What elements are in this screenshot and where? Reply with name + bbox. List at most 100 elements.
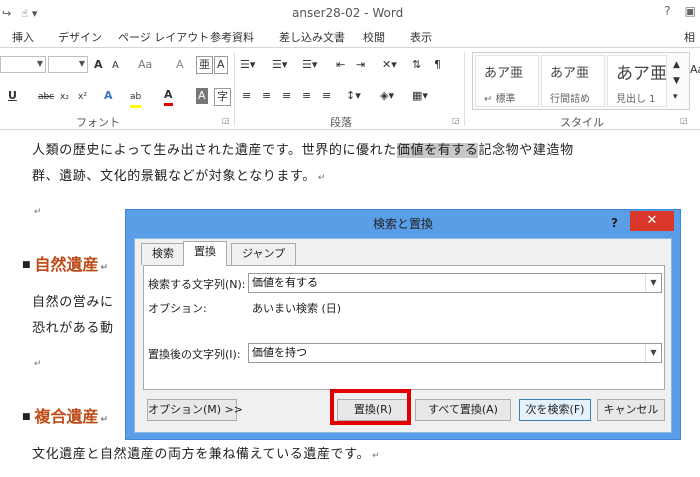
- multilevel-list-icon[interactable]: ☰▾: [302, 57, 317, 73]
- shrink-font-button[interactable]: A: [112, 58, 119, 74]
- superscript-button[interactable]: x²: [78, 89, 87, 105]
- align-center-icon[interactable]: ≡: [262, 88, 271, 104]
- paragraph-line: 人類の歴史によって生み出された遺産です。世界的に優れた価値を有する記念物や建造物: [32, 139, 574, 158]
- distribute-icon[interactable]: ≡: [322, 88, 331, 104]
- text-run: 恐れがある動: [32, 321, 114, 336]
- chevron-down-icon[interactable]: ▼: [645, 274, 661, 292]
- replace-all-button[interactable]: すべて置換(A): [415, 399, 511, 421]
- chevron-down-icon[interactable]: ▼: [645, 344, 661, 362]
- empty-paragraph: ↵: [32, 203, 42, 218]
- font-dialog-launcher-icon[interactable]: ◲: [222, 116, 230, 125]
- numbering-icon[interactable]: ☰▾: [272, 57, 287, 73]
- align-right-icon[interactable]: ≡: [282, 88, 291, 104]
- sort-icon[interactable]: ⇅: [412, 57, 421, 73]
- style-sample: あア亜: [616, 64, 667, 84]
- paragraph-mark: ↵: [317, 173, 327, 183]
- char-shading-button[interactable]: A: [196, 88, 208, 104]
- enclose-char-button[interactable]: 字: [214, 88, 231, 106]
- shading-icon[interactable]: ◈▾: [380, 88, 394, 104]
- chevron-down-icon: ▼: [78, 59, 85, 68]
- align-left-icon[interactable]: ≡: [242, 88, 251, 104]
- styles-group-label: スタイル: [560, 116, 604, 129]
- change-case-button[interactable]: Aa: [138, 57, 152, 73]
- style-caption: 行間詰め: [550, 94, 590, 105]
- bullets-icon[interactable]: ☰▾: [240, 57, 255, 73]
- font-size-combo[interactable]: ▼: [48, 56, 88, 73]
- char-border-button[interactable]: A: [214, 56, 228, 74]
- paragraph-mark: ↵: [34, 359, 43, 369]
- dialog-title: 検索と置換: [372, 217, 433, 231]
- tab-mailings[interactable]: 差し込み文書: [279, 29, 345, 45]
- cancel-button[interactable]: キャンセル: [597, 399, 665, 421]
- tab-insert[interactable]: 挿入: [12, 29, 34, 45]
- tab-replace[interactable]: 置換: [183, 241, 227, 266]
- styles-pane-sample[interactable]: Aa: [690, 62, 700, 78]
- tab-page-layout[interactable]: ページ レイアウト: [118, 29, 209, 45]
- ribbon-display-icon[interactable]: ▣: [685, 4, 696, 18]
- asian-layout-icon[interactable]: ✕▾: [382, 57, 397, 73]
- style-sample: あア亜: [484, 66, 524, 81]
- paragraph-dialog-launcher-icon[interactable]: ◲: [452, 116, 460, 125]
- style-caption: 見出し 1: [616, 94, 656, 105]
- font-name-combo[interactable]: ▼: [0, 56, 46, 73]
- replace-with-label: 置換後の文字列(I):: [148, 348, 241, 361]
- tab-view[interactable]: 表示: [410, 29, 432, 45]
- find-next-button[interactable]: 次を検索(F): [519, 399, 591, 421]
- tab-design[interactable]: デザイン: [58, 29, 102, 45]
- ribbon: ▼ ▼ A A Aa A 亜 A U abc x₂ x² A ab A A 字 …: [0, 48, 700, 130]
- style-normal[interactable]: あア亜 ↵ 標準: [475, 55, 539, 107]
- decrease-indent-icon[interactable]: ⇤: [336, 57, 345, 73]
- more-styles-icon[interactable]: ▾: [673, 89, 678, 105]
- phonetic-guide-button[interactable]: 亜: [196, 56, 213, 74]
- strikethrough-button[interactable]: abc: [38, 89, 54, 105]
- help-icon[interactable]: ?: [664, 4, 670, 18]
- chevron-down-icon: ▼: [36, 59, 43, 68]
- font-color-button[interactable]: A: [164, 87, 173, 106]
- customize-qat-icon[interactable]: ▾: [32, 7, 38, 20]
- tab-goto[interactable]: ジャンプ: [231, 243, 297, 265]
- heading-mixed-heritage: ■ 複合遺産 ↵: [22, 403, 108, 427]
- tab-find[interactable]: 検索: [141, 243, 185, 265]
- paragraph-group-label: 段落: [330, 116, 352, 129]
- show-marks-icon[interactable]: ¶: [434, 57, 441, 73]
- underline-button[interactable]: U: [8, 88, 17, 104]
- borders-icon[interactable]: ▦▾: [412, 88, 428, 104]
- line-spacing-icon[interactable]: ↕▾: [346, 88, 361, 104]
- scroll-up-icon[interactable]: ▲: [673, 57, 680, 73]
- text-run: 記念物や建造物: [478, 143, 574, 158]
- touch-mode-icon[interactable]: ☝: [21, 7, 28, 20]
- find-what-value: 価値を有する: [252, 276, 318, 289]
- style-caption: ↵ 標準: [484, 94, 516, 105]
- scroll-down-icon[interactable]: ▼: [673, 73, 680, 89]
- group-divider: [234, 52, 235, 126]
- subscript-button[interactable]: x₂: [60, 89, 69, 105]
- options-value: あいまい検索 (日): [252, 302, 342, 315]
- text-run: 人類の歴史によって生み出された遺産です。世界的に優れた: [32, 143, 397, 158]
- tab-review[interactable]: 校閲: [363, 29, 385, 45]
- tab-references[interactable]: 参考資料: [210, 29, 254, 45]
- text-effect-button[interactable]: A: [104, 88, 113, 104]
- styles-gallery: あア亜 ↵ 標準 あア亜 行間詰め あア亜 見出し 1 ▲ ▼ ▾: [472, 52, 690, 110]
- replace-with-input[interactable]: 価値を持つ ▼: [248, 343, 662, 363]
- clear-format-button[interactable]: A: [176, 57, 184, 73]
- close-button[interactable]: ✕: [630, 211, 674, 231]
- grow-font-button[interactable]: A: [94, 57, 103, 73]
- justify-icon[interactable]: ≡: [302, 88, 311, 104]
- increase-indent-icon[interactable]: ⇥: [356, 57, 365, 73]
- paragraph-mark: ↵: [372, 451, 381, 461]
- options-button[interactable]: オプション(M) >>: [147, 399, 243, 421]
- ribbon-tabs: 挿入 デザイン ページ レイアウト 参考資料 差し込み文書 校閲 表示 相: [0, 26, 700, 48]
- paragraph-line: 自然の営みに: [32, 291, 114, 310]
- redo-icon[interactable]: ↪: [2, 7, 11, 20]
- style-no-spacing[interactable]: あア亜 行間詰め: [541, 55, 605, 107]
- highlight-button[interactable]: ab: [130, 89, 142, 108]
- find-what-input[interactable]: 価値を有する ▼: [248, 273, 662, 293]
- paragraph-mark: ↵: [100, 263, 109, 273]
- help-icon[interactable]: ?: [611, 216, 618, 230]
- text-run: 文化遺産と自然遺産の両方を兼ね備えている遺産です。: [32, 447, 371, 462]
- tab-account[interactable]: 相: [684, 29, 695, 45]
- styles-dialog-launcher-icon[interactable]: ◲: [680, 116, 688, 125]
- style-heading-1[interactable]: あア亜 見出し 1: [607, 55, 667, 107]
- style-sample: あア亜: [550, 66, 590, 81]
- empty-paragraph: ↵: [32, 355, 42, 370]
